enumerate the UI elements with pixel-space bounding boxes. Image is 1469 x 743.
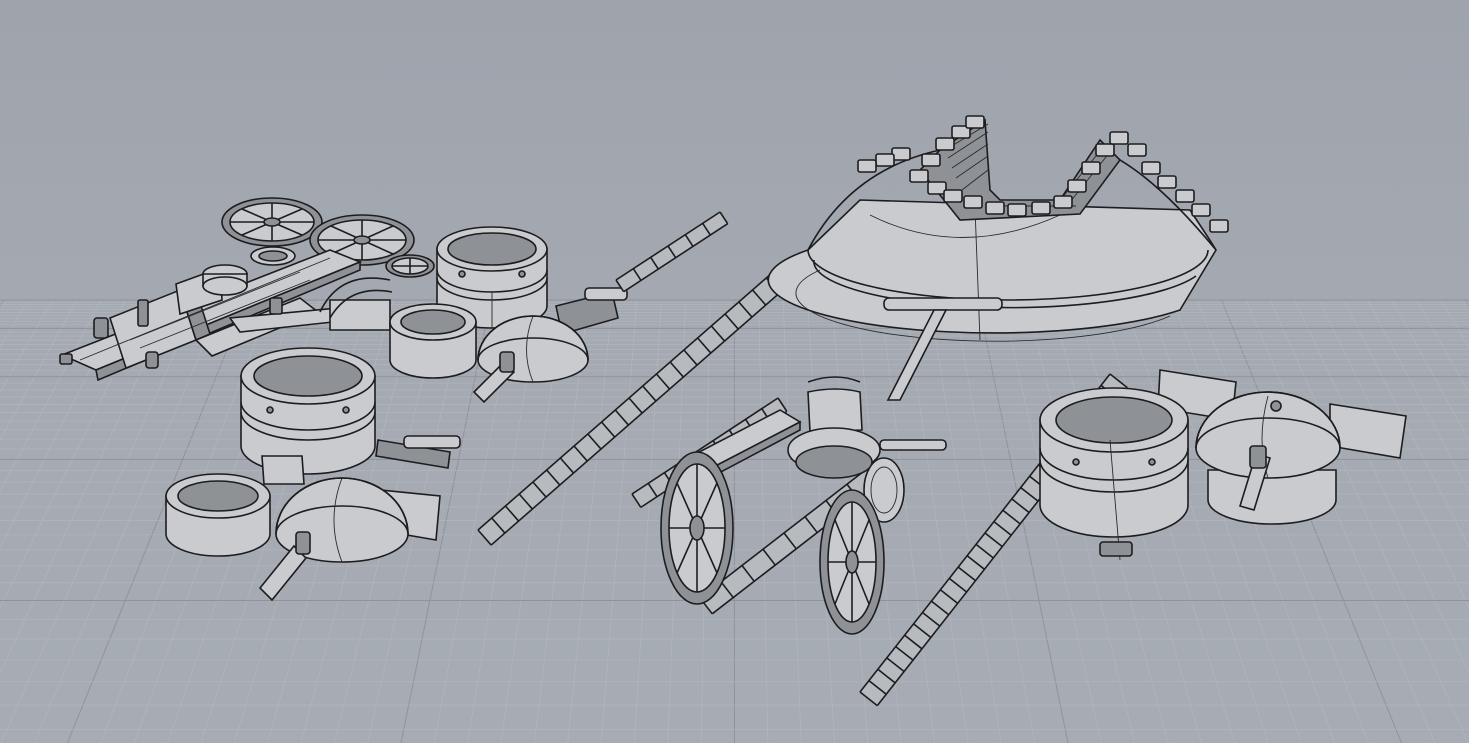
merlon-block: [1175, 189, 1195, 203]
merlon-block: [943, 189, 963, 203]
cylinder-tower[interactable]: [1039, 369, 1237, 561]
merlon-block: [1157, 175, 1177, 189]
grid-line: [1367, 299, 1469, 493]
grid-line: [600, 299, 638, 743]
grid-line: [1294, 299, 1469, 675]
grid-line: [928, 299, 1002, 743]
merlon-block: [857, 159, 877, 173]
merlon-block: [965, 115, 985, 129]
merlon-block: [963, 195, 983, 209]
3d-scene[interactable]: [0, 0, 1469, 743]
grid-line: [758, 299, 769, 743]
rhino-perspective-viewport[interactable]: [0, 0, 1469, 743]
grid-line: [0, 299, 5, 307]
conical-bastion[interactable]: [767, 115, 1229, 401]
grid-line: [1391, 299, 1469, 441]
grid-line: [1343, 299, 1469, 549]
merlon-block: [921, 153, 941, 167]
dome-turret[interactable]: [1195, 391, 1407, 525]
grid-line: [0, 299, 29, 349]
merlon-block: [1191, 203, 1211, 217]
merlon-block: [1007, 203, 1027, 217]
merlon-block: [1053, 195, 1073, 209]
merlon-block: [1127, 143, 1147, 157]
ladder[interactable]: [615, 211, 729, 293]
merlon-block: [909, 169, 929, 183]
ring-segment[interactable]: [165, 473, 271, 557]
grid-line: [1464, 299, 1469, 308]
merlon-block: [1067, 179, 1087, 193]
grid-line: [634, 299, 662, 743]
grid-line: [1440, 299, 1469, 349]
merlon-block: [1141, 161, 1161, 175]
grid-line: [0, 299, 102, 493]
merlon-block: [1109, 131, 1129, 145]
merlon-block: [875, 153, 895, 167]
grid-line: [0, 299, 53, 393]
grid-line: [0, 299, 77, 441]
cylinder-tower[interactable]: [240, 347, 376, 475]
merlon-block: [1031, 201, 1051, 215]
merlon-block: [1095, 143, 1115, 157]
wagon-with-wheels[interactable]: [660, 376, 947, 635]
merlon-block: [935, 137, 955, 151]
grid-line: [1318, 299, 1469, 609]
merlon-block: [1209, 219, 1229, 233]
ring-segment[interactable]: [389, 303, 477, 379]
merlon-block: [985, 201, 1005, 215]
grid-line: [1416, 299, 1469, 394]
merlon-block: [1081, 161, 1101, 175]
